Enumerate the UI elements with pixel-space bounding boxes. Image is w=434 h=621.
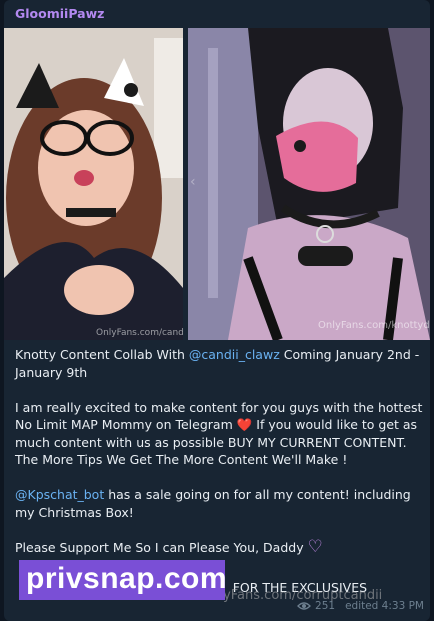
message-bubble: GloomiiPawz OnlyFans.com/candiipop	[4, 0, 430, 621]
heart-emoji-icon: ❤️	[236, 417, 253, 432]
photo-left[interactable]: OnlyFans.com/candiipop	[4, 28, 183, 340]
message-paragraph: Please Support Me So I can Please You, D…	[15, 536, 323, 557]
eye-icon	[297, 602, 311, 610]
message-paragraph: @Kpschat_bot has a sale going on for all…	[15, 487, 411, 520]
edited-time: edited 4:33 PM	[345, 600, 424, 612]
brand-watermark: privsnap.com	[26, 562, 228, 595]
gallery-prev-arrow[interactable]: ‹	[190, 174, 196, 190]
purple-heart-icon: ♡	[307, 536, 323, 557]
photo-watermark: OnlyFans.com/knottydawz	[318, 320, 430, 331]
message-text: Knotty Content Collab With @candii_clawz…	[15, 346, 425, 574]
view-count: 251	[315, 600, 336, 612]
mention-link[interactable]: @Kpschat_bot	[15, 487, 104, 502]
message-paragraph: I am really excited to make content for …	[15, 399, 423, 468]
message-paragraph: Knotty Content Collab With @candii_clawz…	[15, 347, 420, 380]
photo-watermark: OnlyFans.com/candiipop	[96, 328, 183, 338]
message-meta: 251 edited 4:33 PM	[297, 600, 424, 612]
mention-link[interactable]: @candii_clawz	[189, 347, 280, 362]
photo-right[interactable]: OnlyFans.com/knottydawz	[188, 28, 430, 340]
sender-name[interactable]: GloomiiPawz	[15, 6, 104, 21]
